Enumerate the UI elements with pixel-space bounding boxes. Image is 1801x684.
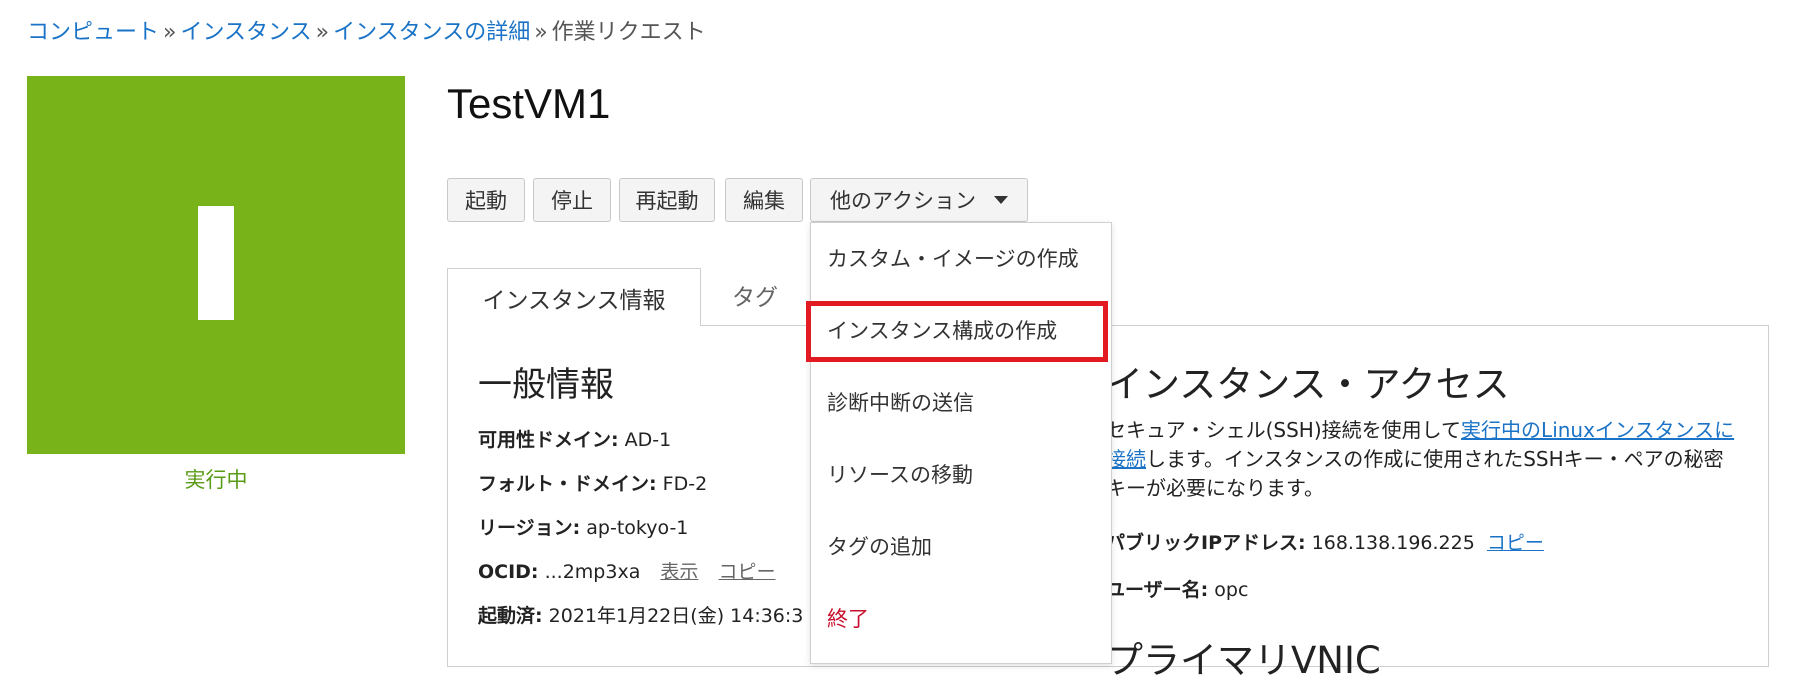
username-label: ユーザー名: (1106, 579, 1209, 601)
menu-item-create-instance-configuration[interactable]: インスタンス構成の作成 (827, 315, 1057, 345)
tab-instance-info[interactable]: インスタンス情報 (447, 268, 701, 326)
availability-domain-row: 可用性ドメイン: AD-1 (478, 425, 671, 452)
fault-domain-value: FD-2 (662, 473, 708, 495)
fault-domain-label: フォルト・ドメイン: (478, 473, 657, 495)
launched-value: 2021年1月22日(金) 14:36:3 (548, 605, 804, 627)
username-value: opc (1214, 579, 1249, 601)
region-label: リージョン: (478, 517, 581, 539)
public-ip-value: 168.138.196.225 (1311, 532, 1475, 554)
more-actions-button[interactable]: 他のアクション (810, 178, 1028, 222)
breadcrumb-compute[interactable]: コンピュート (27, 20, 159, 45)
stop-button[interactable]: 停止 (533, 178, 611, 222)
more-actions-label: 他のアクション (830, 189, 976, 213)
menu-item-create-custom-image[interactable]: カスタム・イメージの作成 (827, 243, 1079, 273)
access-text-before: セキュア・シェル(SSH)接続を使用して (1106, 418, 1462, 442)
username-row: ユーザー名: opc (1106, 575, 1248, 602)
region-row: リージョン: ap-tokyo-1 (478, 513, 688, 540)
start-button[interactable]: 起動 (447, 178, 525, 222)
breadcrumb-separator: » (163, 20, 177, 45)
page-title: TestVM1 (447, 80, 611, 127)
reboot-button[interactable]: 再起動 (619, 178, 715, 222)
instance-letter-icon (198, 206, 234, 320)
ocid-show-link[interactable]: 表示 (660, 561, 698, 583)
public-ip-copy-link[interactable]: コピー (1487, 532, 1544, 554)
instance-status: 実行中 (184, 468, 248, 492)
menu-item-add-tags[interactable]: タグの追加 (827, 531, 932, 561)
instance-access-description: セキュア・シェル(SSH)接続を使用して実行中のLinuxインスタンスに接続しま… (1106, 416, 1736, 503)
primary-vnic-heading: プライマリVNIC (1106, 639, 1381, 682)
breadcrumb-instances[interactable]: インスタンス (180, 20, 311, 45)
fault-domain-row: フォルト・ドメイン: FD-2 (478, 469, 707, 496)
more-actions-menu: カスタム・イメージの作成 インスタンス構成の作成 診断中断の送信 リソースの移動… (810, 222, 1112, 664)
ocid-copy-link[interactable]: コピー (718, 561, 775, 583)
breadcrumb: コンピュート» インスタンス» インスタンスの詳細» 作業リクエスト (27, 14, 706, 46)
ocid-row: OCID: ...2mp3xa 表示 コピー (478, 557, 775, 584)
breadcrumb-separator: » (315, 20, 330, 45)
instance-access-heading: インスタンス・アクセス (1106, 363, 1510, 406)
public-ip-label: パブリックIPアドレス: (1106, 532, 1306, 554)
instance-avatar (27, 76, 405, 454)
caret-down-icon (993, 196, 1008, 204)
breadcrumb-current: 作業リクエスト (551, 20, 706, 45)
tab-tags[interactable]: タグ (732, 278, 778, 312)
access-text-after: します。インスタンスの作成に使用されたSSHキー・ペアの秘密キーが必要になります… (1106, 447, 1724, 500)
menu-item-terminate[interactable]: 終了 (827, 603, 869, 633)
edit-button[interactable]: 編集 (725, 178, 803, 222)
breadcrumb-separator: » (534, 20, 548, 45)
menu-item-move-resource[interactable]: リソースの移動 (827, 459, 973, 489)
breadcrumb-instance-details[interactable]: インスタンスの詳細 (333, 20, 530, 45)
ocid-value: ...2mp3xa (544, 561, 641, 583)
launched-label: 起動済: (478, 605, 543, 627)
availability-domain-value: AD-1 (624, 429, 672, 451)
region-value: ap-tokyo-1 (586, 517, 689, 539)
availability-domain-label: 可用性ドメイン: (478, 429, 619, 451)
ocid-label: OCID: (478, 561, 539, 583)
launched-row: 起動済: 2021年1月22日(金) 14:36:3 (478, 601, 803, 628)
public-ip-row: パブリックIPアドレス: 168.138.196.225 コピー (1106, 528, 1544, 555)
menu-item-send-diagnostic-interrupt[interactable]: 診断中断の送信 (827, 387, 974, 417)
general-info-heading: 一般情報 (478, 365, 614, 405)
